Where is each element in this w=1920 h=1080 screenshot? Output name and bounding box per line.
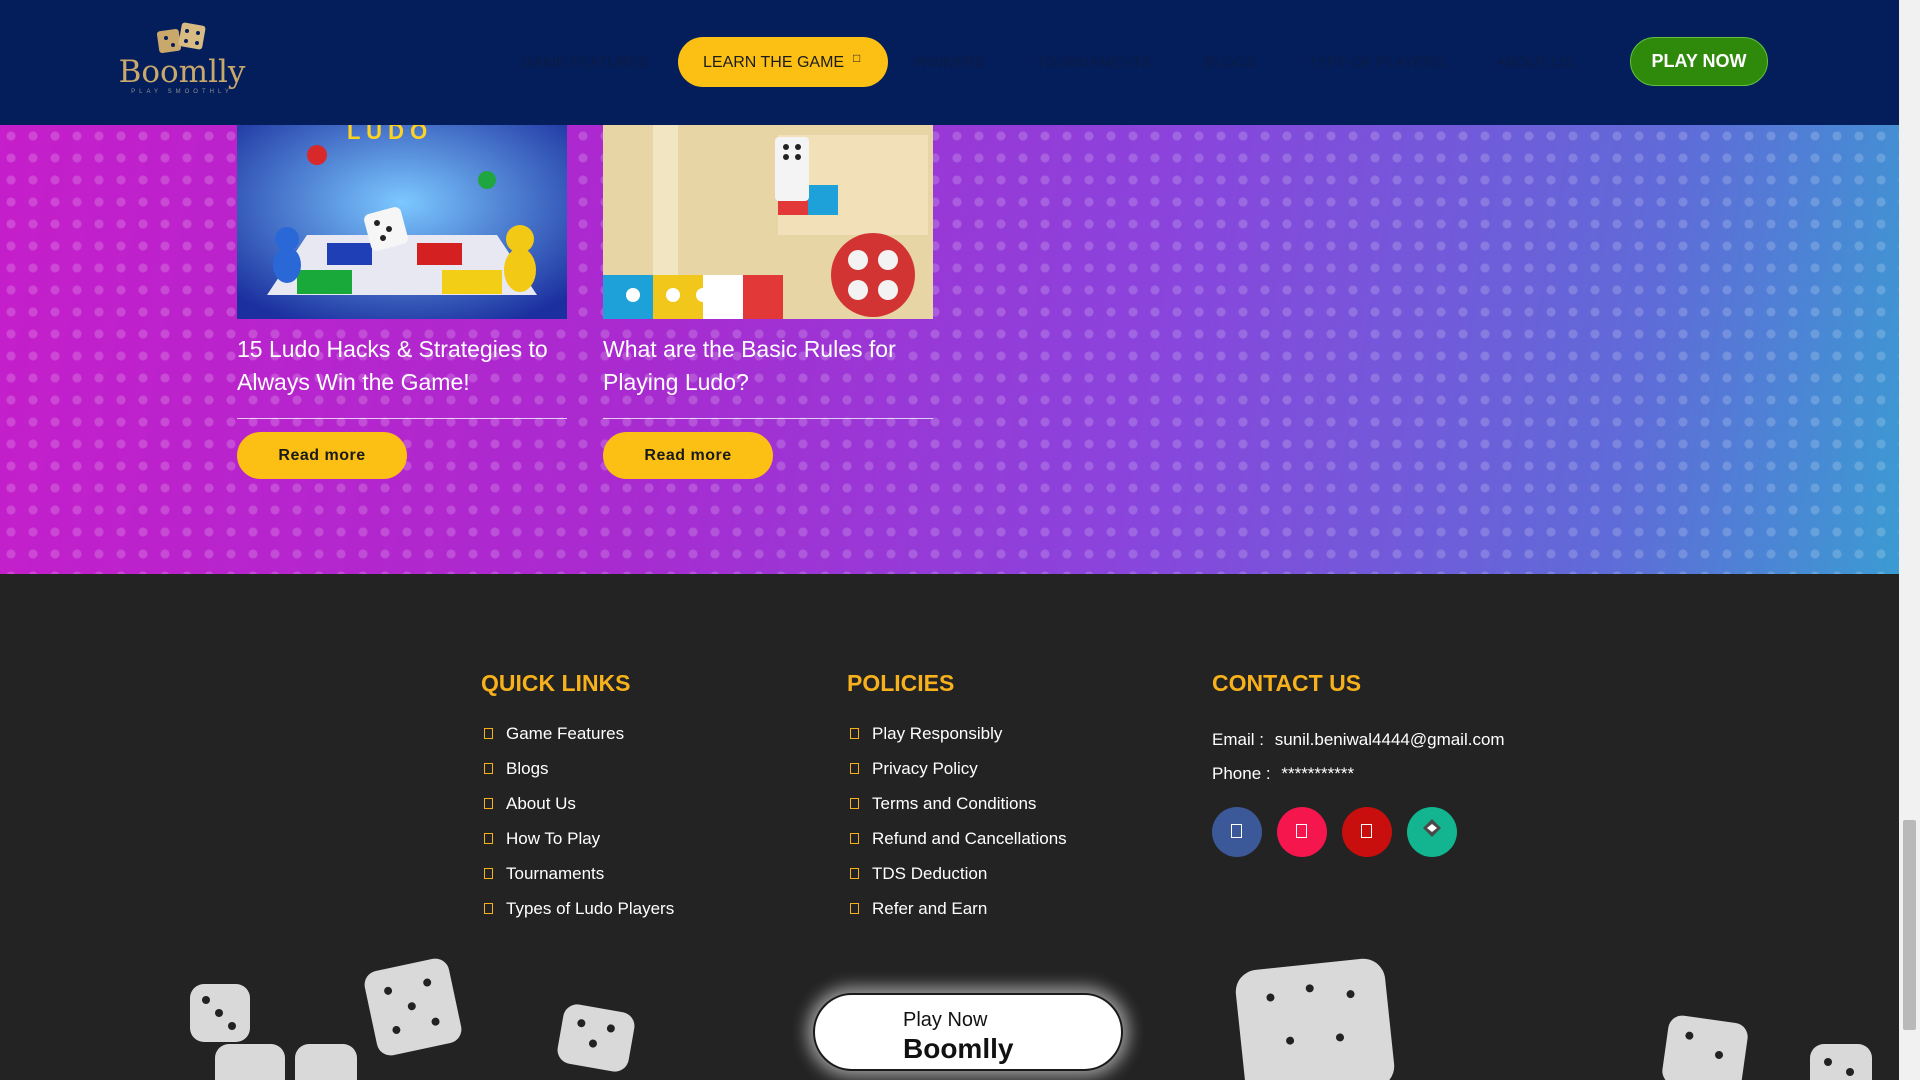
dice-logo-icon <box>156 22 206 54</box>
brand-logo[interactable]: Boomlly PLAY SMOOTHLY <box>118 20 246 110</box>
contact-heading: CONTACT US <box>1212 670 1362 696</box>
phone-value[interactable]: *********** <box>1281 764 1354 783</box>
square-bullet-icon <box>484 868 493 879</box>
square-bullet-icon <box>484 728 493 739</box>
footer-link-game-features[interactable]: Game Features <box>481 724 674 759</box>
dice-decoration-icon <box>1810 1044 1872 1080</box>
brand-name: Boomlly <box>118 54 246 90</box>
divider <box>603 418 933 419</box>
play-now-label: Play Now <box>903 1009 988 1031</box>
email-label: Email : <box>1212 730 1264 749</box>
footer-link-tds-deduction[interactable]: TDS Deduction <box>847 864 1067 899</box>
footer-link-refund-and-cancellations[interactable]: Refund and Cancellations <box>847 829 1067 864</box>
nav-winners[interactable]: WINNERS <box>914 54 985 71</box>
square-bullet-icon <box>850 903 859 914</box>
footer-link-tournaments[interactable]: Tournaments <box>481 864 674 899</box>
nav-learn-the-game[interactable]: LEARN THE GAME □ <box>678 37 888 87</box>
site-header: Boomlly PLAY SMOOTHLY GAME FEATURES LEAR… <box>0 0 1899 125</box>
nav-about-us[interactable]: ABOUT US <box>1496 54 1572 71</box>
chevron-down-icon: □ <box>853 51 861 65</box>
footer-link-privacy-policy[interactable]: Privacy Policy <box>847 759 1067 794</box>
facebook-icon[interactable] <box>1212 807 1262 857</box>
contact-email: Email : sunil.beniwal4444@gmail.com <box>1212 730 1505 750</box>
svg-text:L U D O: L U D O <box>347 125 427 144</box>
contact-column: CONTACT US Email : sunil.beniwal4444@gma… <box>1212 670 1632 857</box>
quick-links-list: Game Features Blogs About Us How To Play… <box>481 724 674 934</box>
blog-title[interactable]: 15 Ludo Hacks & Strategies to Always Win… <box>237 333 557 399</box>
read-more-button[interactable]: Read more <box>603 432 773 479</box>
dice-decoration-icon <box>215 1044 285 1080</box>
square-bullet-icon <box>484 903 493 914</box>
brand-tagline: PLAY SMOOTHLY <box>131 89 233 95</box>
ludo-board-image[interactable]: L U D O <box>237 125 567 319</box>
footer-link-about-us[interactable]: About Us <box>481 794 674 829</box>
square-bullet-icon <box>850 833 859 844</box>
quick-links-heading: QUICK LINKS <box>481 670 631 696</box>
square-bullet-icon <box>850 798 859 809</box>
boomlly-label: Boomlly <box>903 1033 1014 1064</box>
square-bullet-icon <box>850 728 859 739</box>
square-bullet-icon <box>484 798 493 809</box>
play-now-button[interactable]: PLAY NOW <box>1630 37 1768 86</box>
footer-link-how-to-play[interactable]: How To Play <box>481 829 674 864</box>
site-footer: QUICK LINKS Game Features Blogs About Us… <box>0 574 1899 1080</box>
nav-type-of-players[interactable]: TYPE OF PLAYERS <box>1308 54 1444 71</box>
nav-blogs[interactable]: BLOGS <box>1204 54 1256 71</box>
policies-heading: POLICIES <box>847 670 955 696</box>
read-more-button[interactable]: Read more <box>237 432 407 479</box>
square-bullet-icon <box>850 868 859 879</box>
footer-link-blogs[interactable]: Blogs <box>481 759 674 794</box>
blog-title[interactable]: What are the Basic Rules for Playing Lud… <box>603 333 923 399</box>
square-bullet-icon <box>850 763 859 774</box>
square-bullet-icon <box>484 763 493 774</box>
footer-link-play-responsibly[interactable]: Play Responsibly <box>847 724 1067 759</box>
dice-decoration-icon <box>1660 1013 1750 1080</box>
nav-game-features[interactable]: GAME FEATURES <box>522 54 649 71</box>
ludo-board-image[interactable] <box>603 125 933 319</box>
blog-section: L U D O 15 Ludo Hacks & Strategies to Al… <box>0 125 1899 574</box>
footer-link-terms-and-conditions[interactable]: Terms and Conditions <box>847 794 1067 829</box>
instagram-icon[interactable] <box>1277 807 1327 857</box>
page-scrollbar[interactable] <box>1899 0 1920 1080</box>
phone-label: Phone : <box>1212 764 1271 783</box>
policies-column: POLICIES Play Responsibly Privacy Policy… <box>847 670 1067 918</box>
scrollbar-thumb[interactable] <box>1903 820 1916 1030</box>
youtube-icon[interactable] <box>1342 807 1392 857</box>
footer-link-types-of-ludo-players[interactable]: Types of Ludo Players <box>481 899 674 934</box>
email-link[interactable]: sunil.beniwal4444@gmail.com <box>1275 730 1505 749</box>
dice-decoration-icon <box>295 1044 357 1080</box>
divider <box>237 418 567 419</box>
dice-decoration-icon <box>1233 956 1397 1080</box>
dice-decoration-icon <box>555 1002 637 1074</box>
footer-link-refer-and-earn[interactable]: Refer and Earn <box>847 899 1067 934</box>
policies-list: Play Responsibly Privacy Policy Terms an… <box>847 724 1067 934</box>
square-bullet-icon <box>484 833 493 844</box>
nav-tournaments[interactable]: TOURNAMENTS <box>1036 54 1152 71</box>
dice-decoration-icon <box>190 984 250 1042</box>
link-icon[interactable] <box>1407 807 1457 857</box>
quick-links-column: QUICK LINKS Game Features Blogs About Us… <box>481 670 674 918</box>
dice-decoration-icon <box>361 955 465 1059</box>
play-now-boomlly-button[interactable]: Play Now Boomlly <box>813 993 1123 1071</box>
contact-phone: Phone : *********** <box>1212 764 1354 784</box>
nav-learn-the-game-label: LEARN THE GAME <box>703 54 845 71</box>
